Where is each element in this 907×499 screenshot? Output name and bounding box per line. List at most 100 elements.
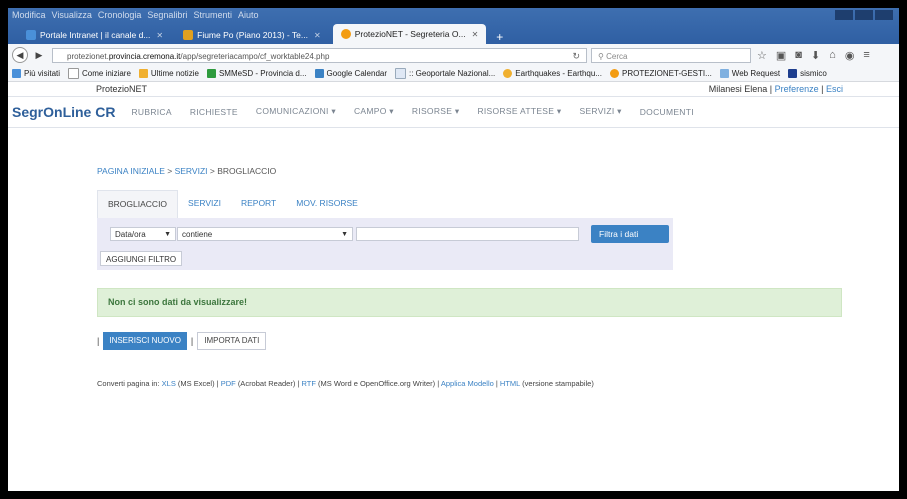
close-tab-icon[interactable]: ✕	[314, 31, 321, 40]
bookmark-label: PROTEZIONET-GESTI...	[622, 69, 712, 78]
user-box: Milanesi Elena | Preferenze | Esci	[708, 84, 843, 94]
home-icon[interactable]: ⌂	[829, 49, 836, 62]
browser-window: Modifica Visualizza Cronologia Segnalibr…	[8, 8, 899, 491]
search-icon: ⚲	[598, 51, 604, 61]
forward-icon[interactable]: ▶	[32, 48, 46, 62]
tab-strip: Portale Intranet | il canale d... ✕ Fium…	[18, 22, 509, 44]
back-icon[interactable]: ◀	[12, 47, 28, 63]
tab-brogliaccio[interactable]: BROGLIACCIO	[97, 190, 179, 218]
search-placeholder: Cerca	[606, 51, 628, 61]
maximize-button[interactable]	[855, 10, 873, 20]
empty-data-alert: Non ci sono dati da visualizzare!	[97, 288, 842, 317]
bookmark-star-icon[interactable]: ☆	[757, 49, 767, 62]
breadcrumb-separator: >	[167, 166, 173, 176]
nav-servizi[interactable]: SERVIZI ▾	[579, 106, 621, 117]
convert-pdf-note: (Acrobat Reader)	[237, 379, 296, 388]
convert-rtf-link[interactable]: RTF	[301, 379, 315, 388]
navigation-bar: ◀ ▶ protezionet.provincia.cremona.it/app…	[8, 44, 899, 66]
clipboard-icon[interactable]: ▣	[776, 49, 786, 62]
convert-prefix: Converti pagina in:	[97, 379, 160, 388]
url-bar[interactable]: protezionet.provincia.cremona.it/app/seg…	[52, 47, 587, 64]
menu-segnalibri[interactable]: Segnalibri	[147, 10, 187, 22]
minimize-button[interactable]	[835, 10, 853, 20]
url-path: /app/segreteriacampo/cf_worktable24.php	[180, 51, 330, 61]
bookmark-label: SMMeSD - Provincia d...	[218, 69, 307, 78]
filter-value-input[interactable]	[356, 227, 579, 241]
bookmarks-bar: Più visitati Come iniziare Ultime notizi…	[8, 66, 899, 82]
calendar-icon	[314, 69, 324, 78]
brand-logo[interactable]: SegrOnLine CR	[12, 104, 115, 120]
nav-risorse-attese[interactable]: RISORSE ATTESE ▾	[477, 106, 561, 117]
page-icon	[340, 29, 351, 39]
nav-richieste[interactable]: RICHIESTE	[190, 107, 238, 117]
nav-rubrica[interactable]: RUBRICA	[131, 107, 171, 117]
bookmark-google-calendar[interactable]: Google Calendar	[314, 69, 387, 78]
breadcrumb-servizi[interactable]: SERVIZI	[175, 166, 208, 176]
convert-xls-link[interactable]: XLS	[162, 379, 176, 388]
tab-report[interactable]: REPORT	[231, 190, 286, 218]
menu-icon[interactable]: ≡	[863, 49, 869, 62]
menu-modifica[interactable]: Modifica	[12, 10, 46, 22]
nav-comunicazioni[interactable]: COMUNICAZIONI ▾	[256, 106, 336, 117]
convert-html-link[interactable]: HTML	[500, 379, 520, 388]
bookmark-icon	[503, 69, 513, 78]
close-window-button[interactable]	[875, 10, 893, 20]
bookmark-icon	[12, 69, 21, 78]
menu-bar: Modifica Visualizza Cronologia Segnalibr…	[12, 10, 258, 22]
menu-visualizza[interactable]: Visualizza	[52, 10, 92, 22]
menu-aiuto[interactable]: Aiuto	[238, 10, 259, 22]
breadcrumb-separator: >	[209, 166, 215, 176]
filter-field-select[interactable]: Data/ora ▼	[110, 227, 176, 241]
browser-tab-intranet[interactable]: Portale Intranet | il canale d... ✕	[18, 26, 171, 44]
bookmark-geoportale[interactable]: :: Geoportale Nazional...	[395, 68, 495, 79]
search-input[interactable]: ⚲ Cerca	[591, 47, 751, 63]
reload-icon[interactable]: ↻	[572, 49, 580, 64]
apply-model-link[interactable]: Applica Modello	[441, 379, 494, 388]
chat-icon[interactable]: ◉	[845, 49, 855, 62]
nav-risorse[interactable]: RISORSE ▾	[412, 106, 460, 117]
insert-new-button[interactable]: INSERISCI NUOVO	[103, 332, 187, 350]
pocket-icon[interactable]: ◙	[795, 49, 802, 62]
bookmark-icon	[610, 69, 619, 78]
import-data-button[interactable]: IMPORTA DATI	[197, 332, 267, 350]
logout-link[interactable]: Esci	[826, 84, 843, 94]
title-bar: Modifica Visualizza Cronologia Segnalibr…	[8, 8, 899, 44]
menu-cronologia[interactable]: Cronologia	[98, 10, 142, 22]
new-tab-button[interactable]: +	[490, 30, 509, 44]
bookmark-piu-visitati[interactable]: Più visitati	[12, 69, 60, 78]
convert-page-options: Converti pagina in: XLS (MS Excel) | PDF…	[97, 379, 594, 388]
filter-apply-button[interactable]: Filtra i dati	[591, 225, 669, 243]
breadcrumb-home[interactable]: PAGINA INIZIALE	[97, 166, 165, 176]
tab-servizi[interactable]: SERVIZI	[178, 190, 231, 218]
filter-panel: Data/ora ▼ contiene ▼ Filtra i dati AGGI…	[97, 218, 673, 270]
filter-operator-select[interactable]: contiene ▼	[177, 227, 353, 241]
convert-pdf-link[interactable]: PDF	[221, 379, 236, 388]
nav-documenti[interactable]: DOCUMENTI	[640, 107, 694, 117]
menu-strumenti[interactable]: Strumenti	[193, 10, 232, 22]
bookmark-smmesd[interactable]: SMMeSD - Provincia d...	[206, 69, 307, 78]
bookmark-label: :: Geoportale Nazional...	[409, 69, 496, 78]
convert-html-note: (versione stampabile)	[522, 379, 594, 388]
add-filter-button[interactable]: AGGIUNGI FILTRO	[100, 251, 183, 266]
preferences-link[interactable]: Preferenze	[775, 84, 819, 94]
nav-campo[interactable]: CAMPO ▾	[354, 106, 394, 117]
separator: |	[97, 336, 100, 346]
download-icon[interactable]: ⬇	[811, 49, 820, 62]
bookmark-ultime-notizie[interactable]: Ultime notizie	[138, 69, 199, 78]
breadcrumb-current: BROGLIACCIO	[217, 166, 277, 176]
bookmark-protezionet[interactable]: PROTEZIONET-GESTI...	[610, 69, 712, 78]
browser-tab-protezionet[interactable]: ProtezioNET - Segreteria O... ✕	[332, 24, 487, 44]
chevron-down-icon: ▼	[341, 231, 348, 238]
close-tab-icon[interactable]: ✕	[156, 31, 163, 40]
toolbar-icons: ☆ ▣ ◙ ⬇ ⌂ ◉ ≡	[757, 49, 870, 62]
tab-mov-risorse[interactable]: MOV. RISORSE	[286, 190, 368, 218]
bookmark-label: Earthquakes - Earthqu...	[515, 69, 602, 78]
action-bar: | INSERISCI NUOVO | IMPORTA DATI	[97, 332, 267, 350]
bookmark-sismico[interactable]: sismico	[788, 69, 827, 78]
close-tab-icon[interactable]: ✕	[472, 30, 479, 39]
browser-tab-fiume-po[interactable]: Fiume Po (Piano 2013) - Te... ✕	[175, 26, 329, 44]
tab-label: ProtezioNET - Segreteria O...	[354, 29, 466, 39]
bookmark-web-request[interactable]: Web Request	[719, 69, 780, 78]
bookmark-come-iniziare[interactable]: Come iniziare	[68, 68, 131, 79]
bookmark-earthquakes[interactable]: Earthquakes - Earthqu...	[503, 69, 602, 78]
